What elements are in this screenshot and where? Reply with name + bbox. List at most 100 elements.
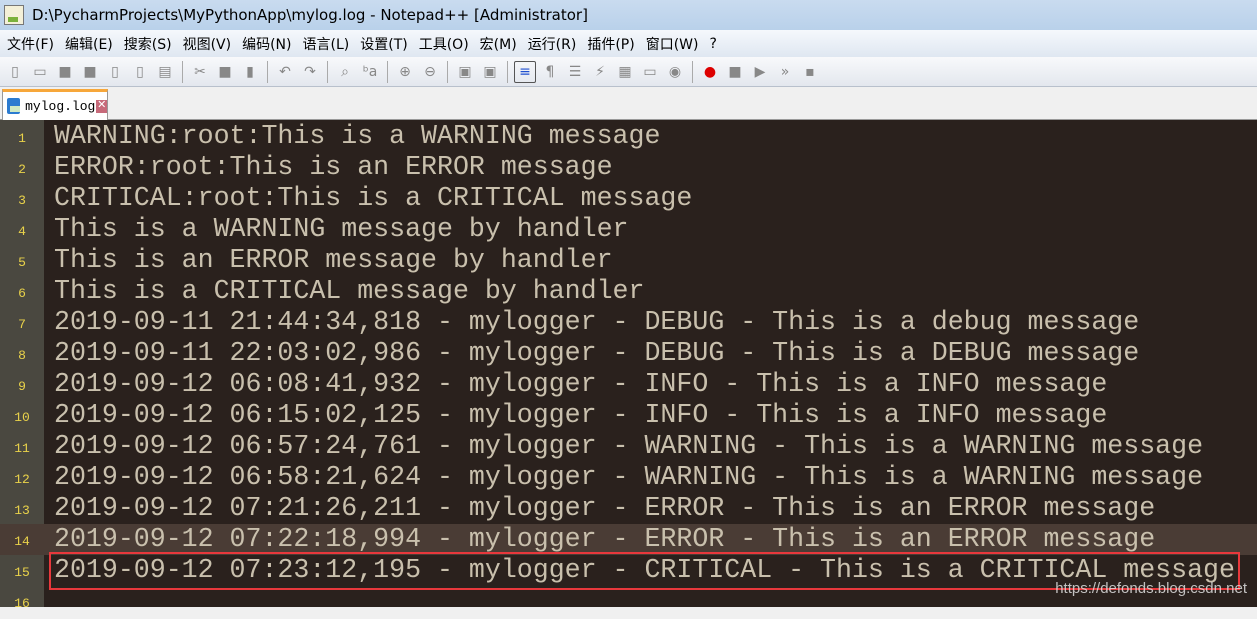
user-language-icon[interactable]: ⚡	[589, 61, 611, 83]
close-tab-icon[interactable]: ✕	[96, 99, 107, 113]
editor-line[interactable]: 2 ERROR:root:This is an ERROR message	[0, 152, 1257, 183]
line-text: 2019-09-11 21:44:34,818 - mylogger - DEB…	[54, 307, 1140, 337]
editor-line[interactable]: 6 This is a CRITICAL message by handler	[0, 276, 1257, 307]
toolbar-separator	[507, 60, 508, 83]
editor[interactable]: 1 WARNING:root:This is a WARNING message 2…	[0, 120, 1257, 611]
play-macro-icon[interactable]: ▶	[749, 61, 771, 83]
editor-line[interactable]: 1 WARNING:root:This is a WARNING message	[0, 121, 1257, 152]
save-macro-icon[interactable]: ▪	[799, 61, 821, 83]
menu-item[interactable]: 搜索(S)	[119, 34, 178, 54]
line-number: 3	[18, 193, 26, 208]
find-icon[interactable]: ⌕	[334, 61, 356, 83]
menu-item[interactable]: ?	[705, 36, 723, 52]
line-text: 2019-09-12 06:15:02,125 - mylogger - INF…	[54, 400, 1108, 430]
menu-item[interactable]: 设置(T)	[355, 34, 413, 54]
menu-item[interactable]: 插件(P)	[582, 34, 640, 54]
line-text: 2019-09-12 06:58:21,624 - mylogger - WAR…	[54, 462, 1204, 492]
paste-icon[interactable]: ▮	[239, 61, 261, 83]
undo-icon[interactable]: ↶	[274, 61, 296, 83]
menu-item[interactable]: 工具(O)	[414, 34, 475, 54]
print-icon[interactable]: ▤	[154, 61, 176, 83]
line-number: 11	[14, 441, 30, 456]
line-number: 16	[14, 596, 30, 611]
zoom-in-icon[interactable]: ⊕	[394, 61, 416, 83]
sync-horizontal-icon[interactable]: ▣	[479, 61, 501, 83]
indent-guide-icon[interactable]: ☰	[564, 61, 586, 83]
sync-vertical-icon[interactable]: ▣	[454, 61, 476, 83]
editor-line[interactable]: 8 2019-09-11 22:03:02,986 - mylogger - DE…	[0, 338, 1257, 369]
toolbar-separator	[447, 60, 448, 83]
toolbar-separator	[692, 60, 693, 83]
save-all-icon[interactable]: ■	[79, 61, 101, 83]
menu-item[interactable]: 视图(V)	[178, 34, 238, 54]
line-number: 15	[14, 565, 30, 580]
line-number: 10	[14, 410, 30, 425]
replace-icon[interactable]: ᵇa	[359, 61, 381, 83]
menu-item[interactable]: 窗口(W)	[641, 34, 705, 54]
line-text: CRITICAL:root:This is a CRITICAL message	[54, 183, 693, 213]
menu-item[interactable]: 编码(N)	[237, 34, 297, 54]
run-macro-multiple-icon[interactable]: »	[774, 61, 796, 83]
line-number: 2	[18, 162, 26, 177]
editor-line[interactable]: 9 2019-09-12 06:08:41,932 - mylogger - IN…	[0, 369, 1257, 400]
editor-line[interactable]: 4 This is a WARNING message by handler	[0, 214, 1257, 245]
window-title: D:\PycharmProjects\MyPythonApp\mylog.log…	[32, 6, 588, 24]
line-text: 2019-09-12 07:21:26,211 - mylogger - ERR…	[54, 493, 1156, 523]
saved-file-icon	[7, 98, 21, 114]
editor-line[interactable]: 5 This is an ERROR message by handler	[0, 245, 1257, 276]
zoom-out-icon[interactable]: ⊖	[419, 61, 441, 83]
tab-mylog[interactable]: mylog.log ✕	[2, 89, 108, 120]
menu-item[interactable]: 宏(M)	[475, 34, 523, 54]
cut-icon[interactable]: ✂	[189, 61, 211, 83]
line-text: 2019-09-12 06:08:41,932 - mylogger - INF…	[54, 369, 1108, 399]
close-icon[interactable]: ▯	[104, 61, 126, 83]
menu-item[interactable]: 编辑(E)	[60, 34, 119, 54]
editor-line[interactable]: 10 2019-09-12 06:15:02,125 - mylogger - I…	[0, 400, 1257, 431]
folder-workspace-icon[interactable]: ▭	[639, 61, 661, 83]
menu-item[interactable]: 语言(L)	[298, 34, 356, 54]
line-text: This is a CRITICAL message by handler	[54, 276, 645, 306]
line-text: ERROR:root:This is an ERROR message	[54, 152, 613, 182]
line-number: 8	[18, 348, 26, 363]
line-text: This is an ERROR message by handler	[54, 245, 613, 275]
line-number: 9	[18, 379, 26, 394]
document-map-icon[interactable]: ◉	[664, 61, 686, 83]
line-text: 2019-09-11 22:03:02,986 - mylogger - DEB…	[54, 338, 1140, 368]
line-number: 1	[18, 131, 26, 146]
show-all-chars-icon[interactable]: ¶	[539, 61, 561, 83]
line-number: 12	[14, 472, 30, 487]
new-file-icon[interactable]: ▯	[4, 61, 26, 83]
line-text: WARNING:root:This is a WARNING message	[54, 121, 661, 151]
menu-item[interactable]: 运行(R)	[523, 34, 583, 54]
editor-line[interactable]: 3 CRITICAL:root:This is a CRITICAL messag…	[0, 183, 1257, 214]
save-icon[interactable]: ■	[54, 61, 76, 83]
line-text: 2019-09-12 06:57:24,761 - mylogger - WAR…	[54, 431, 1204, 461]
word-wrap-icon[interactable]: ≡	[514, 60, 536, 83]
editor-line[interactable]: 14 2019-09-12 07:22:18,994 - mylogger - E…	[0, 524, 1257, 555]
line-number: 14	[14, 534, 30, 549]
line-text: This is a WARNING message by handler	[54, 214, 629, 244]
editor-line[interactable]: 12 2019-09-12 06:58:21,624 - mylogger - W…	[0, 462, 1257, 493]
record-macro-icon[interactable]: ●	[699, 61, 721, 83]
watermark: https://defonds.blog.csdn.net	[1055, 580, 1247, 597]
redo-icon[interactable]: ↷	[299, 61, 321, 83]
tab-label: mylog.log	[25, 98, 96, 114]
line-text: 2019-09-12 07:22:18,994 - mylogger - ERR…	[54, 524, 1156, 554]
toolbar-separator	[182, 60, 183, 83]
close-all-icon[interactable]: ▯	[129, 61, 151, 83]
menu-item[interactable]: 文件(F)	[2, 34, 60, 54]
open-file-icon[interactable]: ▭	[29, 61, 51, 83]
title-bar: D:\PycharmProjects\MyPythonApp\mylog.log…	[0, 0, 1257, 30]
stop-record-icon[interactable]: ■	[724, 61, 746, 83]
line-number: 4	[18, 224, 26, 239]
toolbar-separator	[327, 60, 328, 83]
editor-line[interactable]: 11 2019-09-12 06:57:24,761 - mylogger - W…	[0, 431, 1257, 462]
copy-icon[interactable]: ■	[214, 61, 236, 83]
line-number: 13	[14, 503, 30, 518]
editor-line[interactable]: 13 2019-09-12 07:21:26,211 - mylogger - E…	[0, 493, 1257, 524]
line-number: 5	[18, 255, 26, 270]
notepadpp-icon	[4, 5, 24, 25]
toolbar-separator	[267, 60, 268, 83]
editor-line[interactable]: 7 2019-09-11 21:44:34,818 - mylogger - DE…	[0, 307, 1257, 338]
function-list-icon[interactable]: ▦	[614, 61, 636, 83]
